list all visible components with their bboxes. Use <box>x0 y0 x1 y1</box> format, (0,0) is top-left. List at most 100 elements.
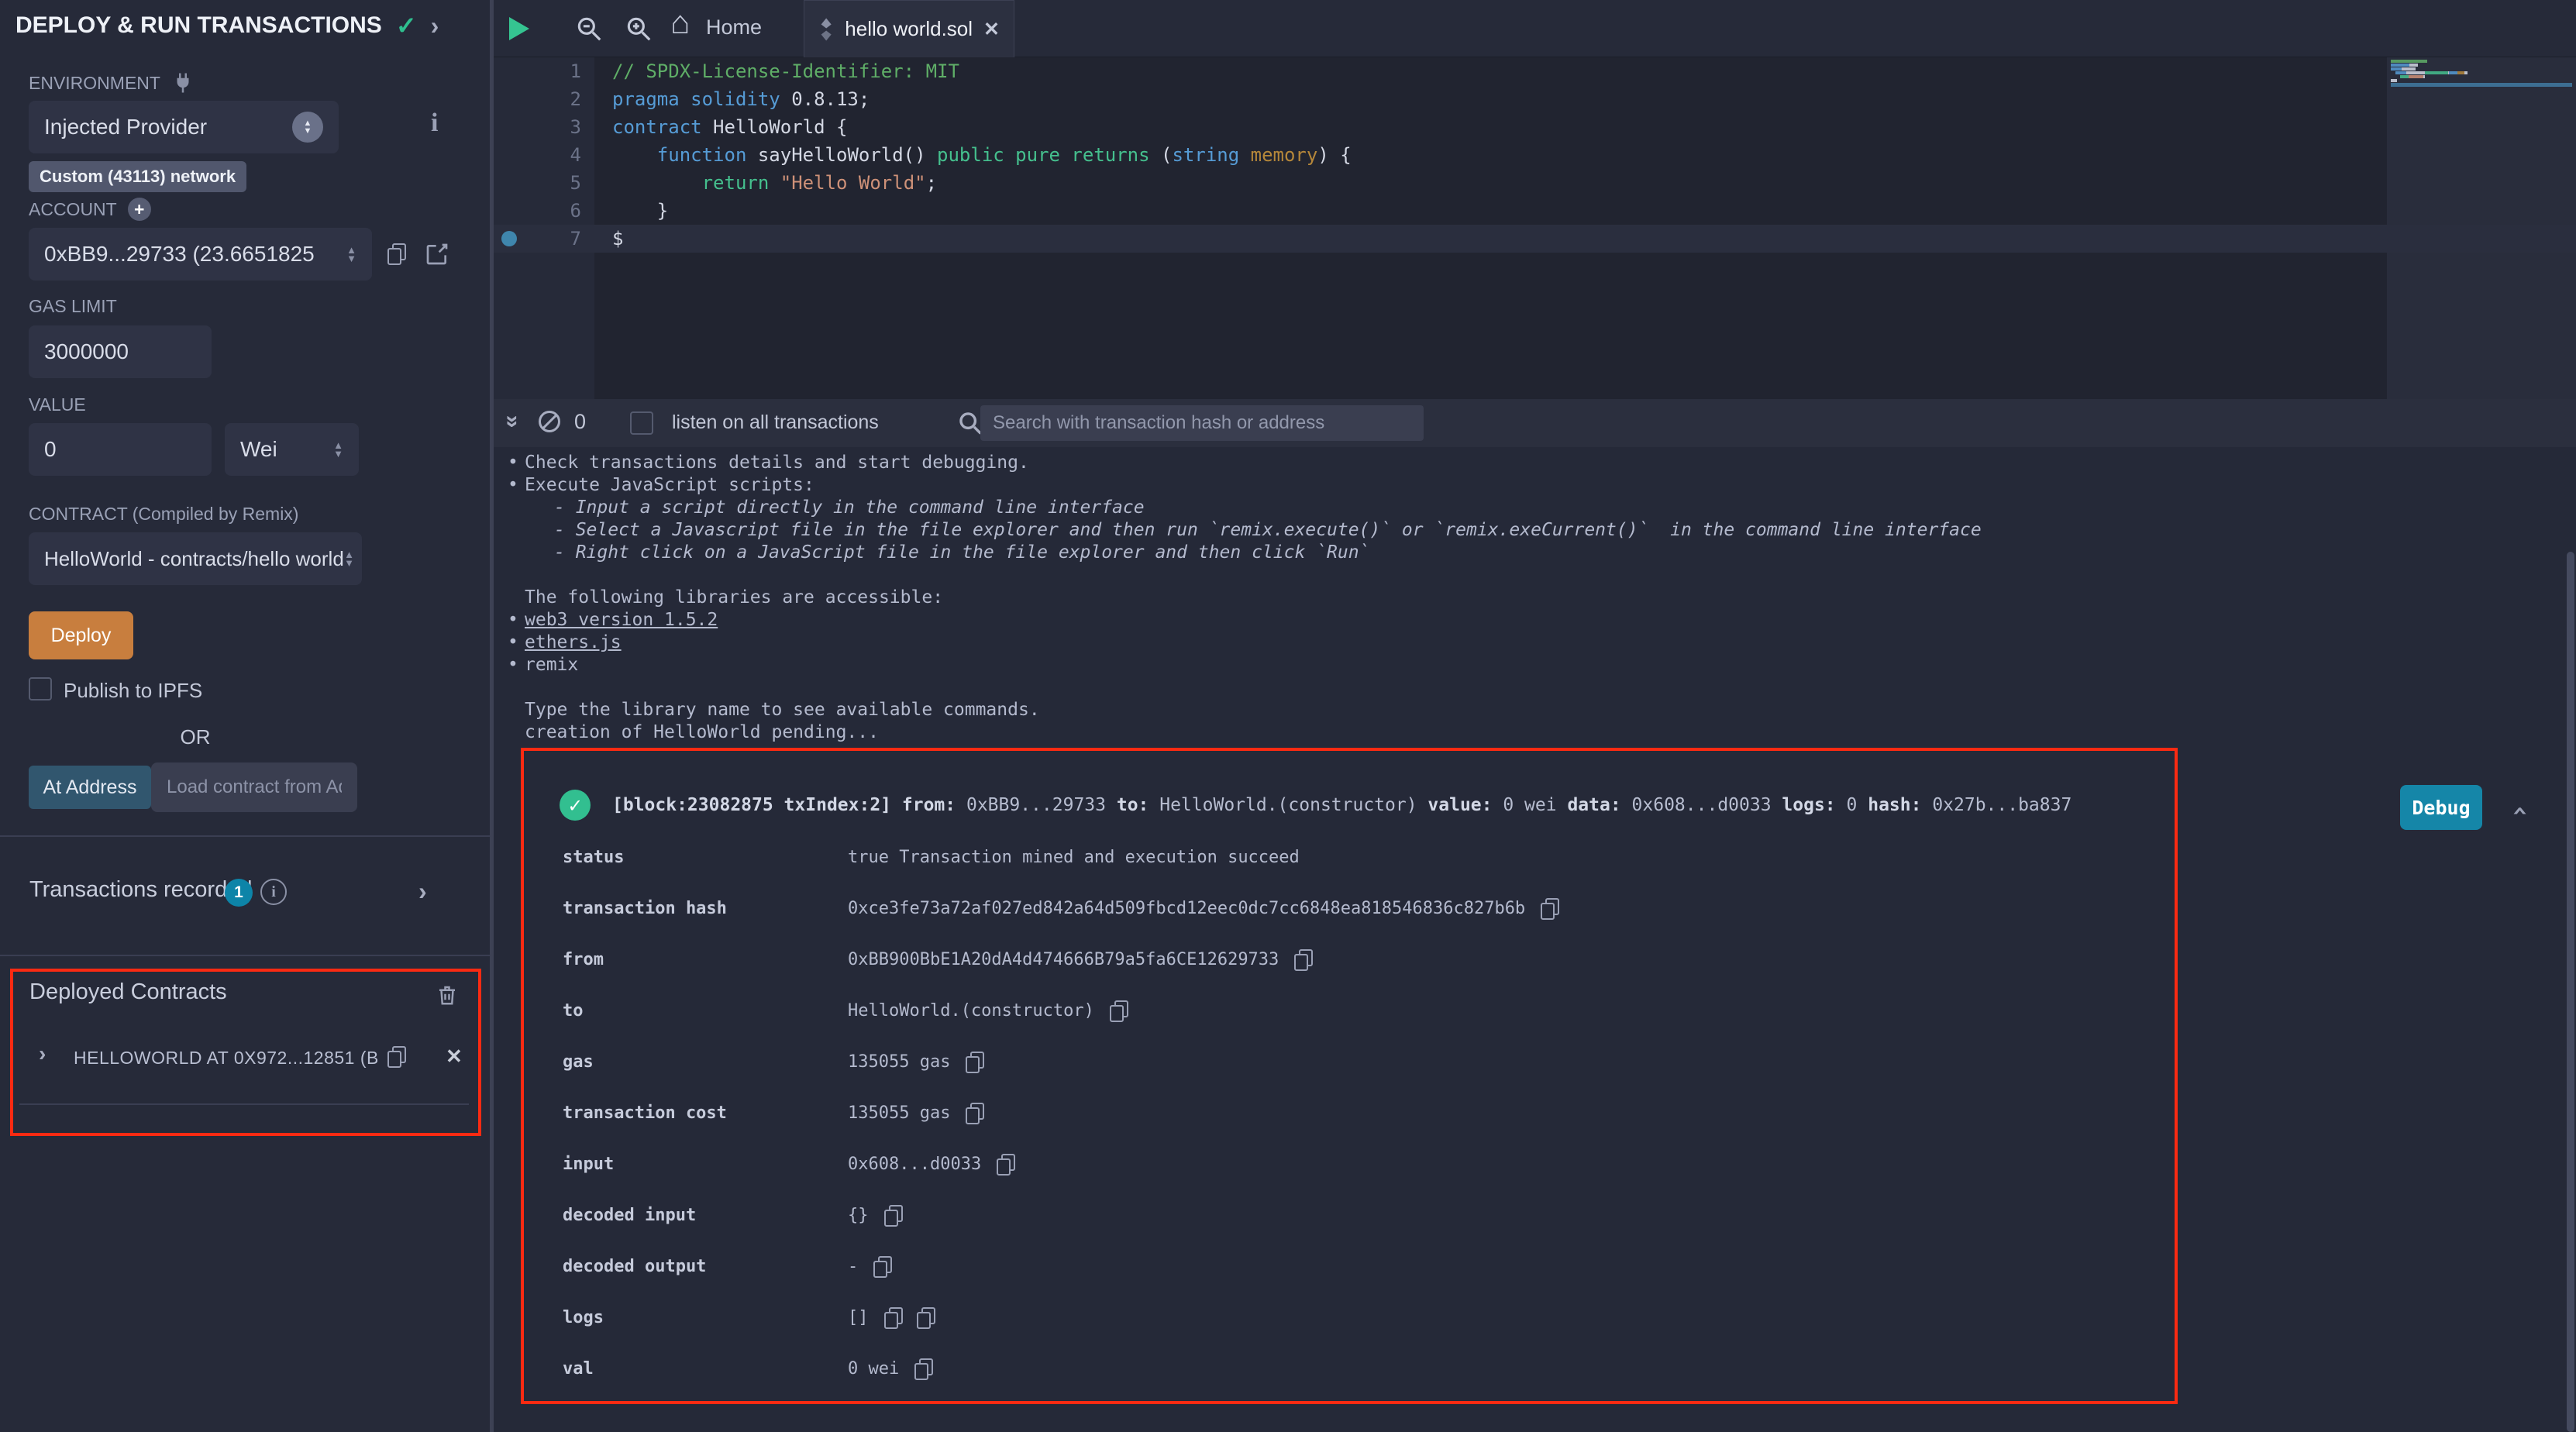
terminal-output[interactable]: Check transactions details and start deb… <box>494 447 2576 1432</box>
terminal-line: - Input a script directly in the command… <box>494 497 2576 519</box>
minimap-line <box>2391 75 2572 78</box>
debug-button[interactable]: Debug <box>2400 785 2482 830</box>
home-icon[interactable]: ⌂ <box>670 6 690 39</box>
at-address-input[interactable] <box>151 762 357 812</box>
tx-detail-value: 0xce3fe73a72af027ed842a64d509fbcd12eec0d… <box>848 898 1558 918</box>
copy-value-icon[interactable] <box>917 1307 934 1327</box>
tx-summary-text: [block:23082875 txIndex:2] from: 0xBB9..… <box>612 795 2071 815</box>
terminal-toolbar: » 0 listen on all transactions <box>494 399 2576 447</box>
value-unit-select[interactable]: Wei ▲▼ <box>225 423 359 476</box>
tx-detail-value: - <box>848 1256 890 1276</box>
code-line-2[interactable]: 2pragma solidity 0.8.13; <box>494 85 2576 113</box>
environment-label: ENVIRONMENT <box>29 73 160 94</box>
contract-label: CONTRACT (Compiled by Remix) <box>29 504 298 525</box>
minimap-line <box>2391 71 2572 74</box>
gas-limit-label: GAS LIMIT <box>29 296 117 317</box>
deployed-contract-item[interactable]: HELLOWORLD AT 0X972...12851 (B <box>74 1048 377 1069</box>
tx-detail-value-text: - <box>848 1257 858 1276</box>
copy-value-icon[interactable] <box>884 1307 901 1327</box>
copy-value-icon[interactable] <box>873 1256 890 1276</box>
environment-select[interactable]: Injected Provider ▲▼ <box>29 101 339 153</box>
tx-detail-value-text: 0xBB900BbE1A20dA4d474666B79a5fa6CE126297… <box>848 950 1279 969</box>
tx-detail-label: gas <box>563 1052 848 1072</box>
deploy-button[interactable]: Deploy <box>29 611 133 659</box>
tx-detail-row: logs[] <box>563 1292 2151 1343</box>
terminal-search-input[interactable] <box>991 405 1410 441</box>
copy-account-icon[interactable] <box>387 243 405 263</box>
tx-detail-value-text: 135055 gas <box>848 1052 950 1072</box>
line-number: 6 <box>494 197 581 225</box>
copy-value-icon[interactable] <box>1110 1000 1127 1021</box>
contract-select-arrows-icon[interactable]: ▲▼ <box>344 550 354 567</box>
remove-deployed-contract-icon[interactable]: ✕ <box>446 1045 463 1069</box>
copy-value-icon[interactable] <box>966 1103 983 1123</box>
copy-deployed-address-icon[interactable] <box>387 1046 405 1066</box>
copy-value-icon[interactable] <box>1294 949 1311 969</box>
tx-detail-value-text: 0 wei <box>848 1359 899 1379</box>
clear-console-ban-icon[interactable] <box>539 411 560 432</box>
minimap-line <box>2391 83 2572 87</box>
plug-icon <box>171 71 195 95</box>
account-select[interactable]: 0xBB9...29733 (23.6651825 ▲▼ <box>29 228 372 281</box>
copy-value-icon[interactable] <box>914 1358 932 1379</box>
add-account-icon[interactable]: + <box>128 198 151 221</box>
code-line-5[interactable]: 5 return "Hello World"; <box>494 169 2576 197</box>
line-number: 4 <box>494 141 581 169</box>
publish-to-ipfs-checkbox[interactable] <box>29 677 52 701</box>
terminal-link[interactable]: ethers.js <box>525 632 622 652</box>
copy-value-icon[interactable] <box>997 1154 1014 1174</box>
code-line-7[interactable]: 7$ <box>494 225 2576 253</box>
breakpoint-dot[interactable] <box>501 231 517 246</box>
terminal-link[interactable]: web3 version 1.5.2 <box>525 610 718 630</box>
deployed-contract-expand-icon[interactable]: › <box>39 1041 46 1066</box>
terminal-line: ethers.js <box>494 632 2576 654</box>
listen-all-transactions-checkbox[interactable] <box>630 411 653 435</box>
tx-detail-label: status <box>563 848 848 867</box>
tx-detail-value: true Transaction mined and execution suc… <box>848 848 1300 867</box>
environment-info-icon[interactable]: i <box>431 108 438 138</box>
tx-detail-row: gas135055 gas <box>563 1036 2151 1087</box>
value-unit-arrows-icon[interactable]: ▲▼ <box>333 441 343 458</box>
zoom-out-icon[interactable] <box>574 14 604 43</box>
run-script-play-icon[interactable] <box>509 17 529 40</box>
copy-value-icon[interactable] <box>966 1052 983 1072</box>
account-select-arrows-icon[interactable]: ▲▼ <box>346 246 356 263</box>
clear-deployed-trash-icon[interactable] <box>436 983 459 1007</box>
code-line-4[interactable]: 4 function sayHelloWorld() public pure r… <box>494 141 2576 169</box>
code-text: // SPDX-License-Identifier: MIT <box>612 57 959 85</box>
home-tab-label[interactable]: Home <box>706 15 762 40</box>
line-number: 2 <box>494 85 581 113</box>
transactions-info-icon[interactable]: i <box>260 879 287 905</box>
page-scrollbar[interactable] <box>2567 552 2574 1432</box>
code-line-3[interactable]: 3contract HelloWorld { <box>494 113 2576 141</box>
gas-limit-input[interactable] <box>29 325 212 378</box>
environment-select-arrows-icon[interactable]: ▲▼ <box>292 112 323 143</box>
code-editor[interactable]: 1// SPDX-License-Identifier: MIT2pragma … <box>494 57 2576 399</box>
collapse-panel-chevron-icon[interactable]: › <box>431 13 439 38</box>
terminal-line: Type the library name to see available c… <box>494 699 2576 721</box>
code-line-6[interactable]: 6 } <box>494 197 2576 225</box>
copy-value-icon[interactable] <box>1541 898 1558 918</box>
edit-account-icon[interactable] <box>425 242 449 267</box>
tab-hello-world-sol[interactable]: hello world.sol ✕ <box>804 0 1014 57</box>
terminal-line <box>494 564 2576 587</box>
value-input[interactable] <box>29 423 212 476</box>
tx-detail-value: HelloWorld.(constructor) <box>848 1000 1127 1021</box>
transaction-annotation-box: ✓ [block:23082875 txIndex:2] from: 0xBB9… <box>521 748 2178 1404</box>
terminal-line <box>494 676 2576 699</box>
copy-value-icon[interactable] <box>884 1205 901 1225</box>
tx-detail-value: 0 wei <box>848 1358 932 1379</box>
at-address-button[interactable]: At Address <box>29 766 151 809</box>
code-line-1[interactable]: 1// SPDX-License-Identifier: MIT <box>494 57 2576 85</box>
contract-select[interactable]: HelloWorld - contracts/hello world.sol ▲… <box>29 532 362 585</box>
transaction-summary-row[interactable]: ✓ [block:23082875 txIndex:2] from: 0xBB9… <box>560 790 2071 821</box>
collapse-details-chevron-icon[interactable]: › <box>2505 803 2533 820</box>
tab-close-icon[interactable]: ✕ <box>983 18 1000 41</box>
transactions-expand-chevron-icon[interactable]: › <box>418 879 427 904</box>
expand-terminal-chevrons-icon[interactable]: » <box>499 415 525 429</box>
zoom-in-icon[interactable] <box>624 14 653 43</box>
tx-detail-row: val0 wei <box>563 1343 2151 1394</box>
line-number: 3 <box>494 113 581 141</box>
terminal-line: - Select a Javascript file in the file e… <box>494 519 2576 542</box>
search-icon <box>957 410 983 436</box>
